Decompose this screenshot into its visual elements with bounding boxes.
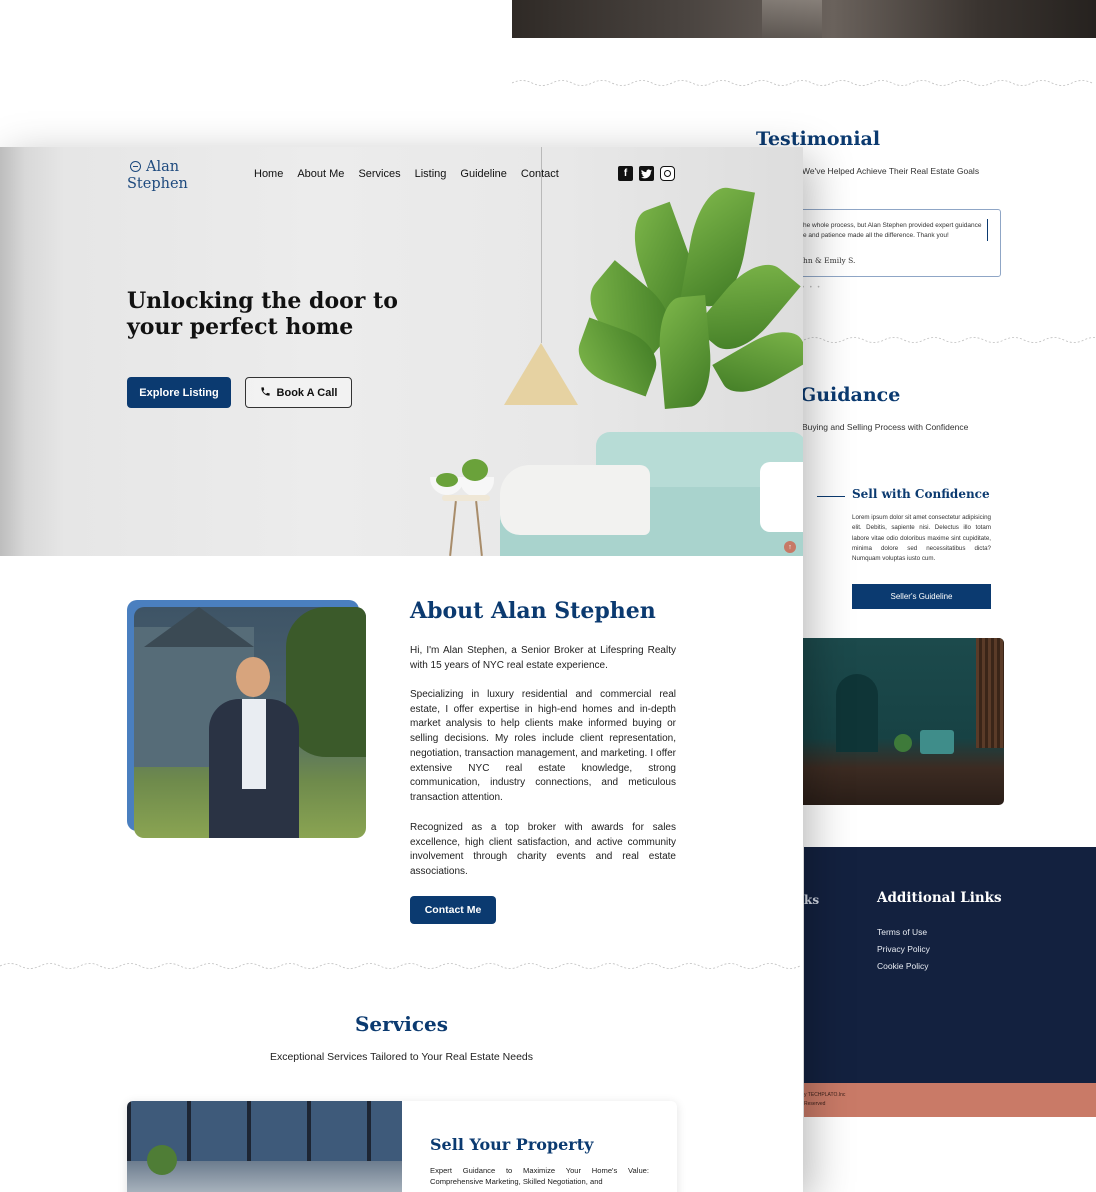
nav-services[interactable]: Services [358, 168, 400, 180]
copyright-text: y TECHPLATO.Inc [804, 1092, 846, 1098]
twitter-icon[interactable] [639, 166, 654, 181]
table-leg [449, 501, 457, 556]
interior-room-image [798, 638, 1004, 805]
service-card[interactable]: Sell Your Property Expert Guidance to Ma… [127, 1101, 677, 1192]
phone-icon [260, 386, 271, 400]
guidance-subtitle: Buying and Selling Process with Confiden… [802, 422, 969, 432]
nav-listing[interactable]: Listing [415, 168, 447, 180]
text-cursor [987, 219, 988, 241]
service-card-text: Expert Guidance to Maximize Your Home's … [430, 1166, 649, 1186]
front-page-preview: Alan Stephen Home About Me Services List… [0, 147, 803, 1192]
hero-title: Unlocking the door to your perfect home [127, 288, 398, 340]
agent-photo [134, 607, 366, 838]
accent-line [817, 496, 845, 497]
about-paragraph: Recognized as a top broker with awards f… [410, 822, 676, 878]
footer-bottom-bar: y TECHPLATO.Inc Reserved [804, 1083, 1096, 1117]
section-divider [0, 958, 803, 969]
logo-text-line2: Stephen [127, 176, 188, 192]
succulent [436, 473, 458, 487]
logo-text-line1: Alan [146, 159, 180, 175]
testimonial-author: hn & Emily S. [803, 256, 856, 265]
services-title: Services [354, 1012, 449, 1036]
curtain-decor [0, 147, 26, 556]
carousel-dots[interactable]: • • • [802, 285, 822, 291]
sell-confidence-title: Sell with Confidence [852, 487, 990, 501]
footer-link-privacy[interactable]: Privacy Policy [877, 944, 930, 954]
guidance-title: Guidance [800, 384, 901, 406]
scroll-top-button[interactable]: ↑ [784, 541, 796, 553]
explore-listing-button[interactable]: Explore Listing [127, 377, 231, 408]
nav-guideline[interactable]: Guideline [460, 168, 506, 180]
sofa-blanket [500, 465, 650, 535]
about-title: About Alan Stephen [410, 598, 656, 624]
about-paragraph: Hi, I'm Alan Stephen, a Senior Broker at… [410, 645, 676, 671]
main-nav: Home About Me Services Listing Guideline… [254, 168, 559, 180]
book-call-button[interactable]: Book A Call [245, 377, 352, 408]
book-call-label: Book A Call [276, 386, 338, 399]
section-divider [512, 78, 1096, 88]
service-image [127, 1101, 402, 1192]
nav-home[interactable]: Home [254, 168, 283, 180]
succulent [462, 459, 488, 481]
table-leg [475, 501, 483, 556]
contact-me-button[interactable]: Contact Me [410, 896, 496, 924]
facebook-icon[interactable]: f [618, 166, 633, 181]
footer-link-cookie[interactable]: Cookie Policy [877, 961, 929, 971]
footer: ks Additional Links Terms of Use Privacy… [804, 847, 1096, 1083]
social-links: f [618, 166, 675, 181]
sofa-pillow [760, 462, 803, 532]
instagram-icon[interactable] [660, 166, 675, 181]
rights-text: Reserved [804, 1101, 826, 1107]
back-top-image [512, 0, 1096, 38]
globe-icon [130, 161, 141, 172]
side-table [442, 495, 490, 501]
footer-heading-partial: ks [804, 893, 820, 907]
footer-link-terms[interactable]: Terms of Use [877, 927, 927, 937]
site-logo[interactable]: Alan Stephen [127, 159, 188, 193]
nav-about-me[interactable]: About Me [297, 168, 344, 180]
service-card-title: Sell Your Property [430, 1135, 594, 1154]
additional-links-heading: Additional Links [877, 890, 1002, 906]
section-divider [804, 335, 1096, 345]
pendant-lamp [504, 343, 578, 405]
testimonial-quote: he whole process, but Alan Stephen provi… [803, 222, 982, 239]
services-subtitle: Exceptional Services Tailored to Your Re… [269, 1051, 534, 1063]
testimonial-subtitle: We've Helped Achieve Their Real Estate G… [802, 166, 980, 176]
about-paragraph: Specializing in luxury residential and c… [410, 689, 676, 803]
nav-contact[interactable]: Contact [521, 168, 559, 180]
sellers-guideline-button[interactable]: Seller's Guideline [852, 584, 991, 609]
hero-section: Alan Stephen Home About Me Services List… [0, 147, 803, 556]
testimonial-card: he whole process, but Alan Stephen provi… [792, 209, 1001, 277]
sell-confidence-text: Lorem ipsum dolor sit amet consectetur a… [852, 514, 991, 563]
